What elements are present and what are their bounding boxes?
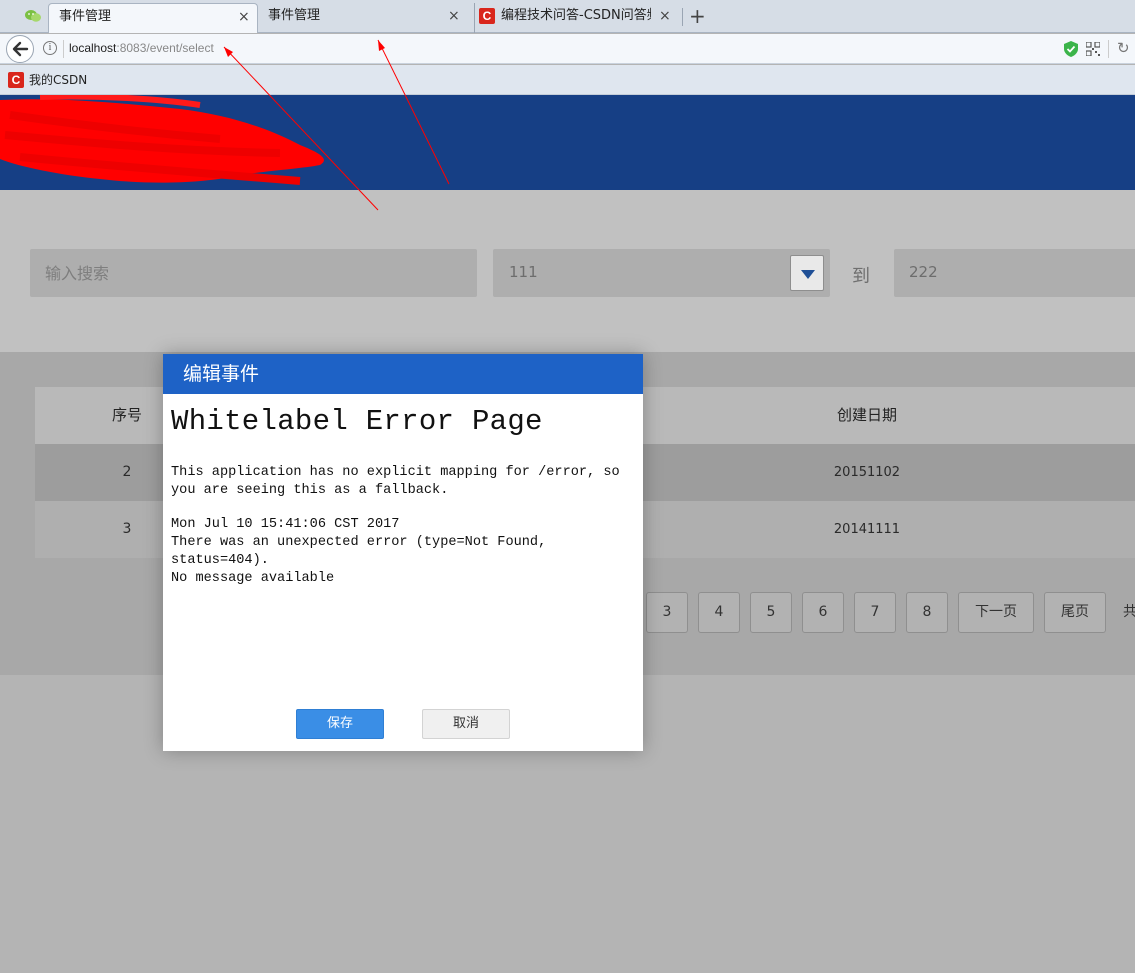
range-to-label: 到 [852,266,870,287]
cell-seq: 2 [122,464,132,480]
page-button-5[interactable]: 5 [750,592,792,633]
search-input[interactable] [30,249,477,297]
cell-date: 20141111 [833,522,901,537]
error-page-title: Whitelabel Error Page [171,405,543,438]
wechat-icon [25,10,41,22]
error-message-line: status=404). [171,553,269,568]
modal-header: 编辑事件 [163,354,643,394]
tab-label: 编程技术问答-CSDN问答频道 [501,8,651,23]
new-tab-button[interactable]: + [689,3,706,29]
csdn-icon: C [8,72,24,88]
error-timestamp: Mon Jul 10 15:41:06 CST 2017 [171,517,400,532]
last-page-button[interactable]: 尾页 [1044,592,1106,633]
shield-icon[interactable] [1064,41,1078,57]
error-message-line: This application has no explicit mapping… [171,465,620,480]
page-button-7[interactable]: 7 [854,592,896,633]
cell-seq: 3 [122,521,132,537]
search-area: 111 到 222 [0,190,1135,352]
save-button[interactable]: 保存 [296,709,384,739]
close-tab-icon[interactable]: × [659,3,671,29]
error-message-line: There was an unexpected error (type=Not … [171,535,547,550]
range-to-input[interactable]: 222 [894,249,1135,297]
bookmark-my-csdn[interactable]: C 我的CSDN [8,72,87,88]
refresh-icon[interactable]: ↻ [1117,39,1130,57]
close-tab-icon[interactable]: × [448,3,460,29]
page-button-3[interactable]: 3 [646,592,688,633]
browser-tab-bar: 事件管理 × 事件管理 × C 编程技术问答-CSDN问答频道 × + [0,0,1135,33]
header-seq: 序号 [111,406,142,424]
cell-date: 20151102 [833,465,901,480]
url-host: localhost [69,41,117,55]
range-from-select[interactable]: 111 [493,249,830,297]
back-arrow-icon [12,41,29,57]
url-path: :8083/event/select [116,41,214,55]
qr-code-icon[interactable] [1086,42,1100,56]
tab-event-management[interactable]: 事件管理 × [262,3,468,33]
close-tab-icon[interactable]: × [238,4,250,30]
tab-label: 事件管理 [59,9,112,24]
header-created-date: 创建日期 [836,406,897,424]
back-button[interactable] [6,35,34,63]
csdn-icon: C [479,8,495,24]
page-button-6[interactable]: 6 [802,592,844,633]
url-field[interactable]: localhost:8083/event/select [69,41,214,55]
page-button-8[interactable]: 8 [906,592,948,633]
cancel-button[interactable]: 取消 [422,709,510,739]
tab-divider [682,8,683,26]
next-page-button[interactable]: 下一页 [958,592,1034,633]
url-divider [63,40,64,58]
address-bar: i localhost:8083/event/select ↻ [0,34,1135,64]
select-value: 111 [509,263,538,281]
red-redaction-scribble [0,95,324,185]
total-pages-label: 共 [1123,604,1135,620]
bookmarks-bar: C 我的CSDN [0,65,1135,95]
bookmark-label: 我的CSDN [29,73,88,87]
tab-event-management-active[interactable]: 事件管理 × [48,3,258,33]
tab-label: 事件管理 [268,8,321,23]
error-message-line: No message available [171,571,335,586]
page-button-4[interactable]: 4 [698,592,740,633]
modal-body: Whitelabel Error Page This application h… [171,398,635,588]
edit-event-modal: 编辑事件 Whitelabel Error Page This applicat… [163,354,643,751]
page-header [0,95,1135,190]
address-divider [1108,40,1109,58]
chevron-down-icon[interactable] [790,255,824,291]
range-to-value: 222 [909,263,938,281]
modal-title: 编辑事件 [183,363,260,385]
error-message-line: you are seeing this as a fallback. [171,483,449,498]
info-icon[interactable]: i [43,41,57,55]
tab-csdn-qa[interactable]: C 编程技术问答-CSDN问答频道 × [474,3,680,33]
